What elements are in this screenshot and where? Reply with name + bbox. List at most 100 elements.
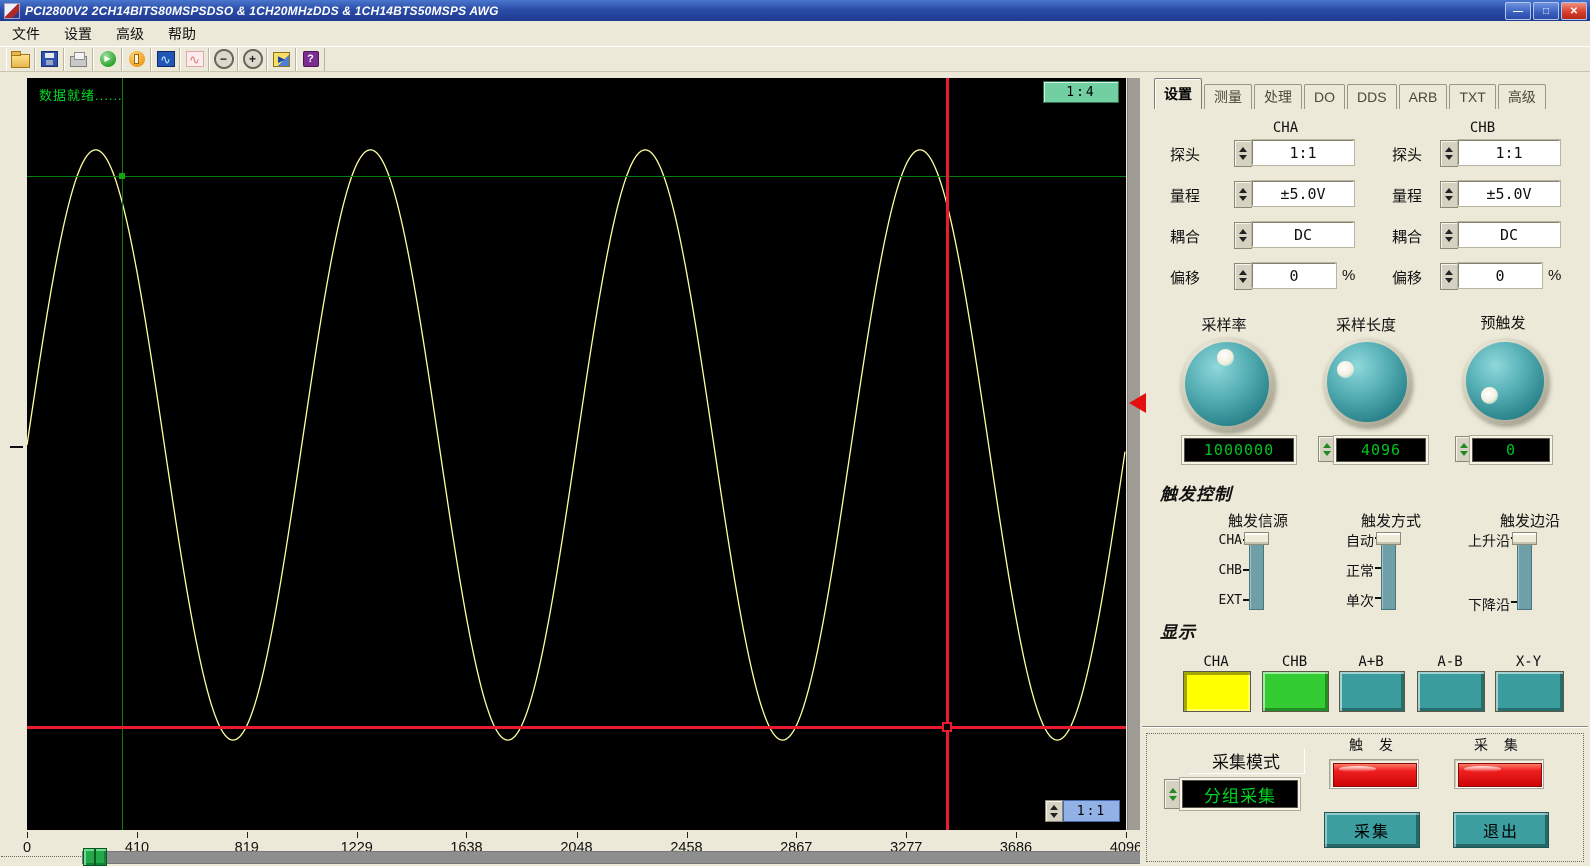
pretrigger-spinner[interactable] bbox=[1455, 436, 1472, 462]
app-icon bbox=[4, 3, 20, 19]
cha-range-value[interactable]: ±5.0V bbox=[1252, 181, 1354, 206]
pretrigger-display: 0 bbox=[1472, 438, 1550, 462]
sample-length-knob[interactable] bbox=[1323, 338, 1411, 426]
trigger-mode-slider-handle[interactable] bbox=[1376, 532, 1401, 545]
chb-coupling-value[interactable]: DC bbox=[1458, 222, 1560, 247]
knob-highlight bbox=[1481, 387, 1498, 404]
green-horizontal-cursor[interactable] bbox=[27, 176, 1126, 177]
oscilloscope-button[interactable]: ∿ bbox=[151, 48, 180, 71]
trigger-edge-option-rising[interactable]: 上升沿 bbox=[1436, 531, 1510, 551]
trigger-edge-slider-track[interactable] bbox=[1517, 536, 1532, 610]
chb-coupling-spinner[interactable] bbox=[1440, 222, 1458, 249]
trigger-source-slider-handle[interactable] bbox=[1244, 532, 1269, 545]
acquisition-mode-spinner[interactable] bbox=[1164, 779, 1182, 809]
toolbar: ▶ ∿ ∿ − + ▶ ? bbox=[0, 46, 1590, 72]
trigger-mode-option-normal[interactable]: 正常 bbox=[1318, 561, 1374, 581]
menu-help[interactable]: 帮助 bbox=[156, 24, 208, 44]
display-cha-button[interactable] bbox=[1183, 671, 1251, 712]
sample-length-spinner[interactable] bbox=[1318, 436, 1335, 462]
chb-probe-spinner[interactable] bbox=[1440, 140, 1458, 167]
pretrigger-knob[interactable] bbox=[1462, 338, 1548, 424]
tab-arb[interactable]: ARB bbox=[1399, 84, 1448, 109]
chb-range-value[interactable]: ±5.0V bbox=[1458, 181, 1560, 206]
tab-advanced[interactable]: 高级 bbox=[1498, 84, 1546, 109]
tab-measure[interactable]: 测量 bbox=[1204, 84, 1252, 109]
x-axis-tick bbox=[577, 832, 578, 838]
horizontal-scale-spinner[interactable] bbox=[1045, 800, 1063, 822]
x-axis-tick bbox=[687, 832, 688, 838]
run-button[interactable]: ▶ bbox=[93, 48, 122, 71]
menu-file[interactable]: 文件 bbox=[0, 24, 52, 44]
display-aminusb-button[interactable] bbox=[1417, 671, 1485, 712]
red-crosshair-marker[interactable] bbox=[942, 722, 952, 732]
tab-do[interactable]: DO bbox=[1304, 84, 1345, 109]
cha-offset-value[interactable]: 0 bbox=[1252, 263, 1336, 288]
save-button[interactable] bbox=[35, 48, 64, 71]
trigger-mode-slider-track[interactable] bbox=[1381, 536, 1396, 610]
cha-probe-spinner[interactable] bbox=[1234, 140, 1252, 167]
acquire-button[interactable]: 采集 bbox=[1324, 812, 1420, 848]
green-cursor-marker[interactable] bbox=[119, 173, 125, 179]
tab-process[interactable]: 处理 bbox=[1254, 84, 1302, 109]
export-button[interactable]: ▶ bbox=[267, 48, 296, 71]
cha-probe-value[interactable]: 1:1 bbox=[1252, 140, 1354, 165]
trigger-level-track[interactable] bbox=[1127, 78, 1141, 830]
chb-range-spinner[interactable] bbox=[1440, 181, 1458, 208]
cha-range-spinner[interactable] bbox=[1234, 181, 1252, 208]
display-xy-button[interactable] bbox=[1495, 671, 1564, 712]
red-vertical-cursor[interactable] bbox=[946, 78, 949, 830]
trigger-source-option-cha[interactable]: CHA bbox=[1198, 533, 1242, 548]
trigger-source-option-ext[interactable]: EXT bbox=[1198, 593, 1242, 608]
trigger-mode-option-auto[interactable]: 自动 bbox=[1318, 531, 1374, 551]
tab-settings[interactable]: 设置 bbox=[1154, 78, 1202, 109]
close-button[interactable]: ✕ bbox=[1561, 2, 1587, 20]
tab-dds[interactable]: DDS bbox=[1347, 84, 1397, 109]
trigger-mode-option-single[interactable]: 单次 bbox=[1318, 591, 1374, 611]
print-button[interactable] bbox=[64, 48, 93, 71]
exit-button[interactable]: 退出 bbox=[1453, 812, 1549, 848]
vertical-scale-indicator[interactable]: 1:4 bbox=[1043, 81, 1119, 103]
cha-header: CHA bbox=[1248, 120, 1323, 136]
cha-offset-spinner[interactable] bbox=[1234, 263, 1252, 290]
x-axis-tick bbox=[466, 832, 467, 838]
waveform-button[interactable]: ∿ bbox=[180, 48, 209, 71]
green-vertical-cursor[interactable] bbox=[122, 78, 123, 830]
cha-coupling-value[interactable]: DC bbox=[1252, 222, 1354, 247]
chb-offset-spinner[interactable] bbox=[1440, 263, 1458, 290]
trigger-edge-label: 触发边沿 bbox=[1480, 510, 1580, 531]
knob-sphere bbox=[1327, 342, 1406, 421]
waveform-icon: ∿ bbox=[186, 51, 204, 67]
trigger-level-marker[interactable] bbox=[1129, 393, 1146, 413]
cha-probe-label: 探头 bbox=[1170, 144, 1200, 165]
waveform-display[interactable]: 数据就绪...... bbox=[27, 78, 1126, 830]
zoom-out-icon: − bbox=[214, 49, 234, 69]
minimize-button[interactable]: — bbox=[1505, 2, 1531, 20]
zoom-out-button[interactable]: − bbox=[209, 48, 238, 71]
menu-settings[interactable]: 设置 bbox=[52, 24, 104, 44]
cha-coupling-spinner[interactable] bbox=[1234, 222, 1252, 249]
horizontal-scrollbar-thumb[interactable] bbox=[83, 848, 107, 866]
trigger-source-option-chb[interactable]: CHB bbox=[1198, 563, 1242, 578]
x-axis-tick bbox=[906, 832, 907, 838]
horizontal-scrollbar-track[interactable] bbox=[82, 851, 1150, 864]
display-chb-button[interactable] bbox=[1262, 671, 1329, 712]
horizontal-scale-indicator[interactable]: 1:1 bbox=[1063, 800, 1120, 822]
zoom-in-button[interactable]: + bbox=[238, 48, 267, 71]
trigger-control-header: 触发控制 bbox=[1160, 480, 1232, 505]
open-button[interactable] bbox=[6, 48, 35, 71]
acquire-led-light bbox=[1458, 763, 1542, 787]
help-button[interactable]: ? bbox=[296, 48, 325, 71]
chb-offset-value[interactable]: 0 bbox=[1458, 263, 1542, 288]
maximize-button[interactable]: □ bbox=[1533, 2, 1559, 20]
chb-probe-value[interactable]: 1:1 bbox=[1458, 140, 1560, 165]
trigger-edge-slider-handle[interactable] bbox=[1512, 532, 1537, 545]
display-header: 显示 bbox=[1160, 618, 1196, 643]
trigger-edge-option-falling[interactable]: 下降沿 bbox=[1436, 595, 1510, 615]
trigger-source-slider-track[interactable] bbox=[1249, 536, 1264, 610]
menu-advanced[interactable]: 高级 bbox=[104, 24, 156, 44]
pause-button[interactable] bbox=[122, 48, 151, 71]
display-aplusb-button[interactable] bbox=[1339, 671, 1405, 712]
red-horizontal-cursor[interactable] bbox=[27, 726, 1126, 729]
sample-rate-knob[interactable] bbox=[1180, 337, 1274, 431]
tab-txt[interactable]: TXT bbox=[1449, 84, 1495, 109]
